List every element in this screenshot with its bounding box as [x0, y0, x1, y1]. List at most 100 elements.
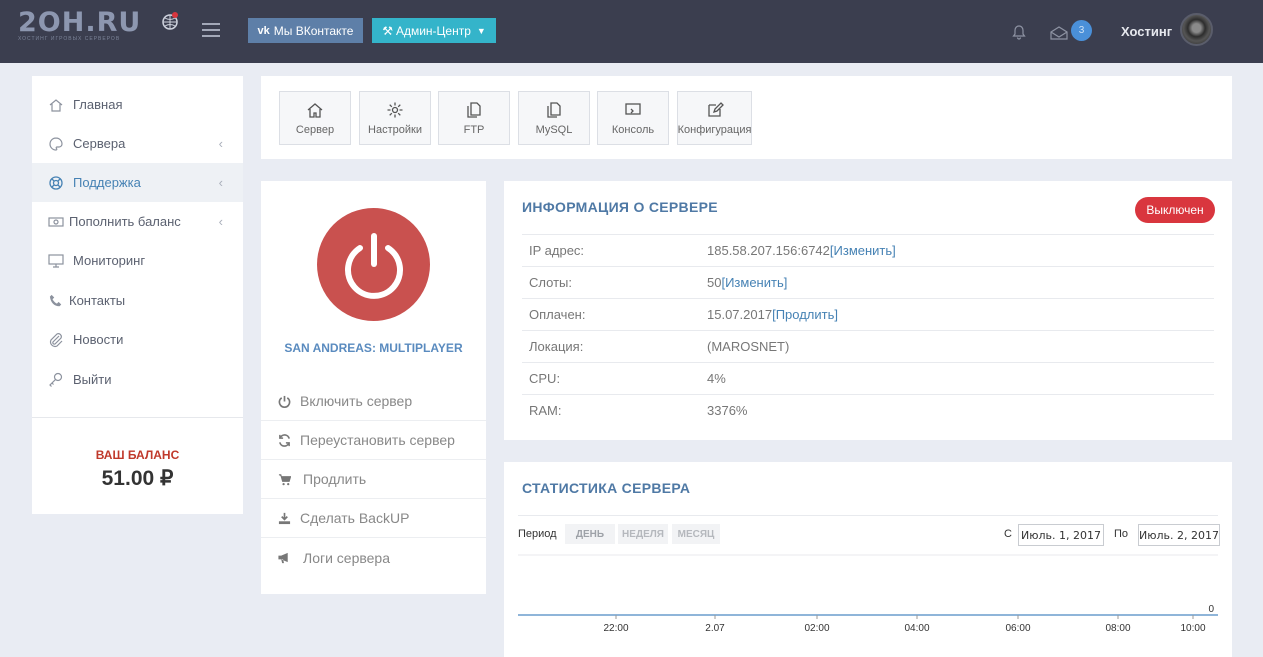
- tool-config-button[interactable]: Конфигурация: [677, 91, 752, 145]
- mail-icon[interactable]: [1050, 26, 1068, 40]
- sidebar-item-label: Пополнить баланс: [69, 214, 181, 229]
- chevron-left-icon: ‹: [218, 214, 223, 229]
- home-icon: [307, 103, 323, 118]
- status-badge: Выключен: [1135, 197, 1215, 223]
- period-week-button[interactable]: НЕДЕЛЯ: [618, 524, 668, 544]
- change-ip-link[interactable]: [Изменить]: [830, 243, 896, 258]
- chart-x-tick-label: 22:00: [603, 623, 628, 634]
- key-icon: [47, 371, 65, 389]
- game-name: SAN ANDREAS: MULTIPLAYER: [284, 341, 463, 355]
- action-start-server[interactable]: Включить сервер: [261, 382, 486, 421]
- sidebar-item-monitoring[interactable]: Мониторинг: [32, 241, 243, 280]
- info-key: RAM:: [529, 403, 562, 418]
- info-value: 15.07.2017[Продлить]: [707, 307, 838, 322]
- console-icon: [625, 103, 641, 115]
- info-value: 50[Изменить]: [707, 275, 787, 290]
- action-reinstall-server[interactable]: Переустановить сервер: [261, 421, 486, 460]
- sidebar-item-label: Выйти: [73, 372, 112, 387]
- action-label: Продлить: [303, 471, 367, 487]
- action-backup[interactable]: Сделать BackUP: [261, 499, 486, 538]
- server-stats-panel: СТАТИСТИКА СЕРВЕРА Период ДЕНЬ НЕДЕЛЯ МЕ…: [504, 462, 1232, 657]
- info-row-ram: RAM: 3376%: [522, 394, 1214, 426]
- power-icon: [276, 393, 292, 409]
- admin-button-label: Админ-Центр: [395, 23, 471, 38]
- globe-icon: [162, 12, 178, 30]
- chart-x-tick-label: 04:00: [904, 623, 929, 634]
- tool-settings-button[interactable]: Настройки: [359, 91, 431, 145]
- tool-label: Консоль: [611, 124, 655, 136]
- action-extend[interactable]: Продлить: [261, 460, 486, 499]
- phone-icon: [47, 292, 65, 310]
- period-day-button[interactable]: ДЕНЬ: [565, 524, 615, 544]
- tool-label: FTP: [463, 124, 485, 136]
- sidebar-item-news[interactable]: Новости: [32, 320, 243, 359]
- balance-label: ВАШ БАЛАНС: [95, 448, 180, 462]
- avatar[interactable]: [1180, 13, 1213, 46]
- info-row-location: Локация: (MAROSNET): [522, 330, 1214, 362]
- ram-value: 3376%: [707, 403, 748, 418]
- location-value: (MAROSNET): [707, 339, 790, 354]
- sidebar-item-home[interactable]: Главная: [32, 85, 243, 124]
- balance-value: 51.00 ₽: [101, 467, 174, 490]
- period-month-button[interactable]: МЕСЯЦ: [672, 524, 720, 544]
- sidebar-item-label: Главная: [73, 97, 123, 112]
- info-title: ИНФОРМАЦИЯ О СЕРВЕРЕ: [522, 199, 718, 215]
- edit-icon: [707, 102, 724, 117]
- admin-center-button[interactable]: ⚒ Админ-Центр ▼: [372, 18, 496, 43]
- logo-subtitle: ХОСТИНГ ИГРОВЫХ СЕРВЕРОВ: [18, 36, 121, 42]
- site-logo[interactable]: 2OH.RU ХОСТИНГ ИГРОВЫХ СЕРВЕРОВ: [18, 8, 178, 42]
- change-slots-link[interactable]: [Изменить]: [721, 275, 787, 290]
- power-icon: [344, 232, 403, 299]
- action-server-logs[interactable]: Логи сервера: [261, 538, 486, 577]
- files-icon: [547, 102, 561, 118]
- tool-mysql-button[interactable]: MySQL: [518, 91, 590, 145]
- sidebar-item-logout[interactable]: Выйти: [32, 360, 243, 399]
- wand-icon: ⚒: [382, 23, 393, 38]
- refresh-icon: [276, 432, 292, 448]
- chart-x-tick-label: 08:00: [1105, 623, 1130, 634]
- action-label: Переустановить сервер: [300, 432, 455, 448]
- monitor-icon: [47, 252, 65, 270]
- action-label: Логи сервера: [303, 549, 391, 566]
- chart-y-tick-label: 0: [1208, 604, 1214, 615]
- power-button[interactable]: [317, 208, 430, 321]
- sidebar-item-support[interactable]: Поддержка ‹: [32, 163, 243, 202]
- info-key: Локация:: [529, 339, 584, 354]
- download-icon: [276, 510, 292, 526]
- chart-x-tick-label: 06:00: [1005, 623, 1030, 634]
- user-name[interactable]: Хостинг: [1121, 24, 1172, 39]
- bell-icon[interactable]: [1011, 24, 1027, 40]
- paid-value: 15.07.2017: [707, 307, 773, 322]
- action-label: Включить сервер: [300, 393, 413, 409]
- tool-label: Сервер: [295, 124, 335, 136]
- gear-icon: [387, 102, 403, 118]
- tool-server-button[interactable]: Сервер: [279, 91, 351, 145]
- sidebar-item-label: Новости: [73, 332, 124, 347]
- chevron-left-icon: ‹: [218, 136, 223, 151]
- tool-console-button[interactable]: Консоль: [597, 91, 669, 145]
- extend-link[interactable]: [Продлить]: [772, 307, 838, 322]
- menu-toggle-icon[interactable]: [202, 23, 220, 37]
- sidebar-item-label: Контакты: [69, 293, 126, 308]
- to-date-input[interactable]: Июль. 2, 2017: [1138, 524, 1220, 546]
- vk-icon: vk: [257, 24, 270, 37]
- info-key: Оплачен:: [529, 307, 586, 322]
- mail-count-badge: 3: [1071, 20, 1092, 41]
- chevron-down-icon: ▼: [476, 25, 486, 36]
- tool-label: Конфигурация: [677, 124, 752, 136]
- sidebar-item-label: Мониторинг: [73, 253, 146, 268]
- lifebuoy-icon: [47, 174, 65, 192]
- tool-ftp-button[interactable]: FTP: [438, 91, 510, 145]
- chevron-left-icon: ‹: [218, 175, 223, 190]
- sidebar-item-servers[interactable]: Сервера ‹: [32, 124, 243, 163]
- sidebar-item-contacts[interactable]: Контакты: [32, 281, 243, 320]
- info-key: IP адрес:: [529, 243, 585, 258]
- from-date-input[interactable]: Июль. 1, 2017: [1018, 524, 1104, 546]
- megaphone-icon: [276, 550, 292, 566]
- period-label: Период: [518, 528, 557, 540]
- vk-button[interactable]: vk Мы ВКонтакте: [248, 18, 363, 43]
- from-label: С: [1004, 528, 1012, 540]
- paperclip-icon: [47, 331, 65, 349]
- sidebar-item-topup[interactable]: Пополнить баланс ‹: [32, 202, 243, 241]
- info-key: Слоты:: [529, 275, 572, 290]
